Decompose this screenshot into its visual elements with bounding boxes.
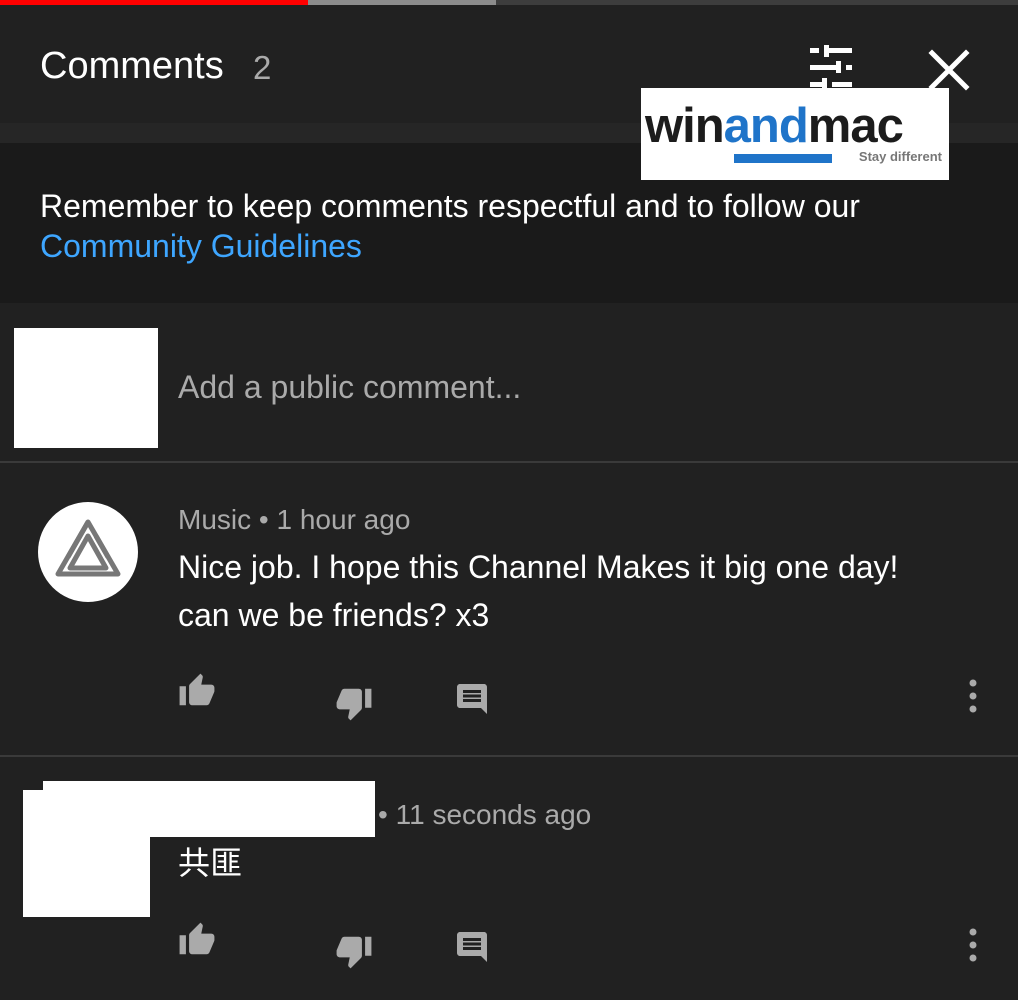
like-button[interactable]: [177, 921, 217, 964]
divider: [0, 461, 1018, 463]
comment-compose: Add a public comment...: [0, 303, 1018, 461]
like-button[interactable]: [177, 672, 217, 715]
more-options-button[interactable]: [960, 678, 986, 719]
comment-meta: Music • 1 hour ago: [178, 504, 411, 535]
comment-time: 11 seconds ago: [395, 799, 592, 830]
dislike-button[interactable]: [334, 684, 374, 727]
logo-underline: [734, 154, 832, 163]
guidelines-text: Remember to keep comments respectful and…: [40, 188, 860, 224]
author-redacted: [43, 781, 375, 837]
avatar[interactable]: [38, 502, 138, 602]
more-vert-icon: [969, 679, 977, 713]
community-guidelines-link[interactable]: Community Guidelines: [40, 228, 362, 264]
watermark-logo: winandmac Stay different: [641, 88, 949, 180]
reply-icon: [457, 932, 487, 962]
guidelines-message: Remember to keep comments respectful and…: [40, 186, 980, 266]
panel-title: Comments: [40, 45, 224, 87]
comment-text: Nice job. I hope this Channel Makes it b…: [178, 549, 899, 633]
add-comment-input[interactable]: Add a public comment...: [178, 369, 521, 406]
divider: [0, 755, 1018, 757]
thumbs-up-icon: [179, 673, 215, 706]
comment-text: 共匪: [178, 845, 243, 881]
more-options-button[interactable]: [960, 927, 986, 968]
reply-button[interactable]: [454, 929, 490, 970]
thumbs-down-icon: [336, 688, 372, 721]
logo-wordmark: winandmac: [645, 99, 904, 153]
close-icon: [928, 49, 970, 91]
comment-meta: • 11 seconds ago: [378, 799, 592, 830]
sort-filter-icon: [810, 45, 852, 90]
logo-tagline: Stay different: [858, 149, 942, 164]
sort-filter-button[interactable]: [804, 45, 858, 91]
more-vert-icon: [969, 928, 977, 962]
comment-author[interactable]: Music: [178, 504, 251, 535]
thumbs-up-icon: [179, 922, 215, 955]
comment-time: 1 hour ago: [276, 504, 411, 535]
thumbs-down-icon: [336, 936, 372, 969]
triangle-logo-icon: [55, 519, 121, 577]
reply-icon: [457, 684, 487, 714]
dislike-button[interactable]: [334, 932, 374, 975]
user-avatar-redacted: [14, 328, 158, 448]
close-button[interactable]: [926, 47, 972, 93]
reply-button[interactable]: [454, 681, 490, 722]
comment-count: 2: [253, 49, 272, 86]
